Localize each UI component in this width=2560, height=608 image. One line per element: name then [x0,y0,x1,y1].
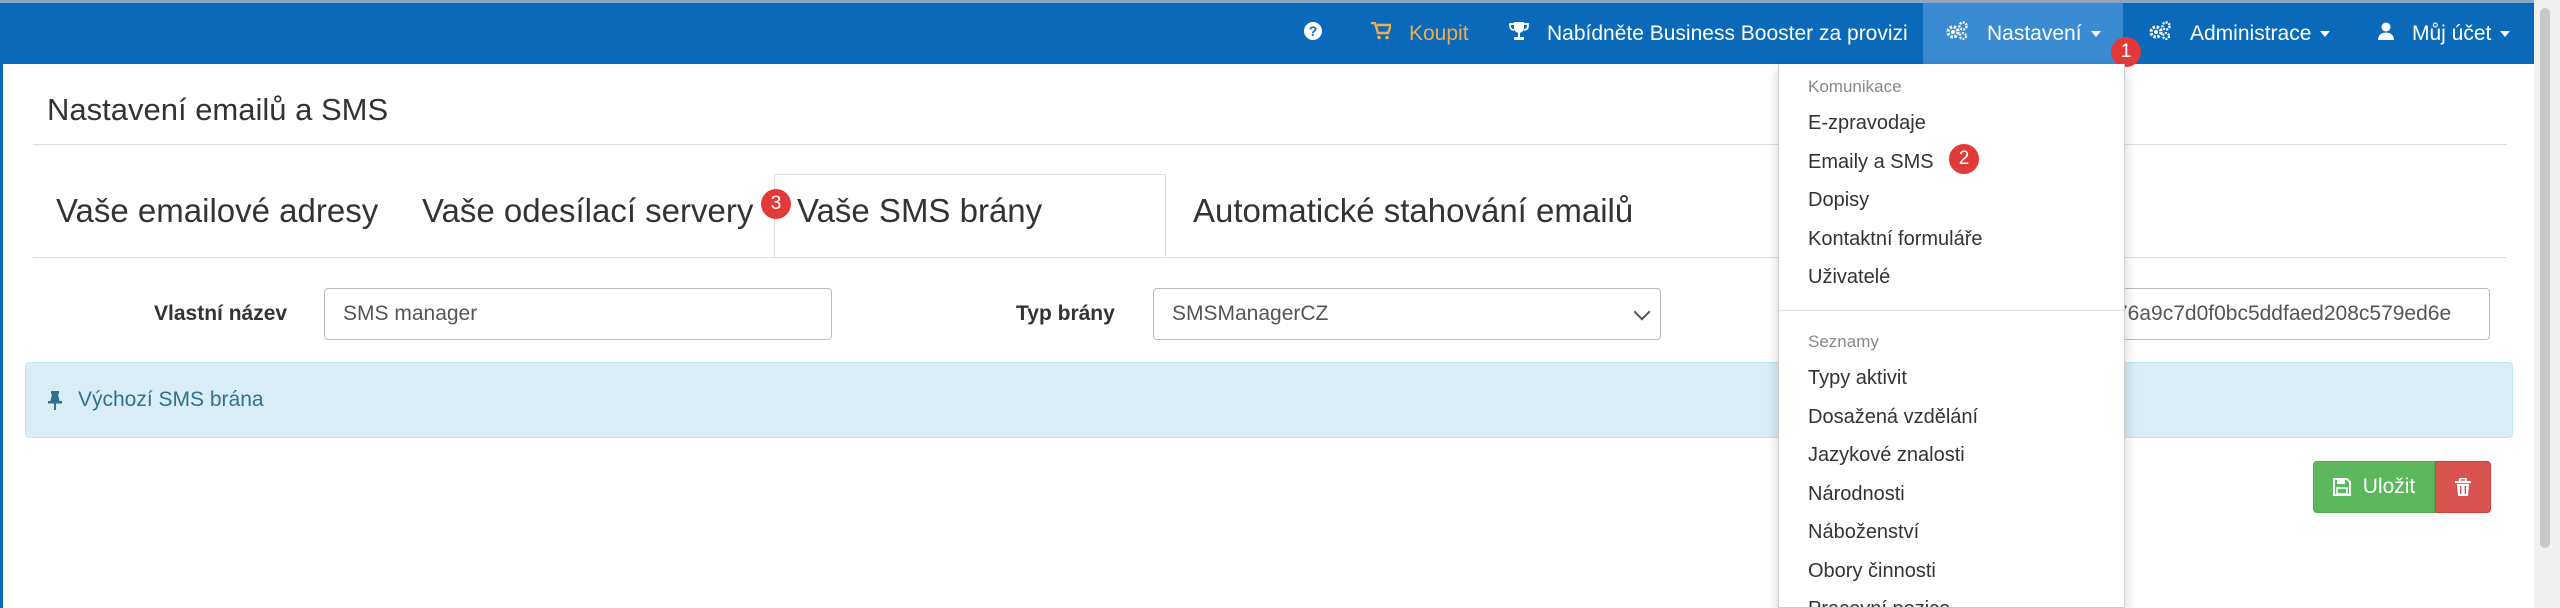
trophy-icon [1509,21,1529,47]
business-booster-label: Nabídněte Business Booster za provizi [1547,21,1908,45]
question-circle-icon: ? [1303,21,1323,47]
page-title: Nastavení emailů a SMS [47,92,389,127]
chevron-down-icon [2090,30,2101,37]
cogs-icon [1945,20,1969,47]
menu-item-education-levels[interactable]: Dosažená vzdělání [1808,406,1978,429]
buy-label: Koupit [1409,21,1469,45]
menu-item-users[interactable]: Uživatelé [1808,266,1890,289]
save-label: Uložit [2362,475,2416,498]
menu-item-fields-of-activity[interactable]: Obory činnosti [1808,560,1936,583]
svg-text:?: ? [1309,23,1318,39]
tab-automatic-email-download[interactable]: Automatické stahování emailů [1193,192,1633,230]
business-booster-link[interactable]: Nabídněte Business Booster za provizi [1509,3,1908,64]
tabs-divider [33,257,2507,258]
dropdown-divider [1779,310,2124,311]
floppy-disk-icon [2332,478,2351,496]
menu-item-religions[interactable]: Náboženství [1808,521,1919,544]
menu-item-emails-and-sms[interactable]: Emaily a SMS [1808,151,1934,174]
save-button[interactable]: Uložit [2313,461,2435,513]
buy-link[interactable]: Koupit [1371,3,1469,64]
window-left-edge [0,0,3,608]
dropdown-header-communication: Komunikace [1808,77,1902,96]
menu-item-letters[interactable]: Dopisy [1808,189,1869,212]
cogs-icon [2148,20,2172,47]
default-gateway-alert: Výchozí SMS brána [25,362,2513,438]
trash-icon [2455,477,2471,497]
menu-item-language-skills[interactable]: Jazykové znalosti [1808,444,1965,467]
custom-name-label: Vlastní název [154,302,288,325]
settings-dropdown-menu: Komunikace E-zpravodaje Emaily a SMS Dop… [1778,64,2125,608]
tab-sms-gateways[interactable]: Vaše SMS brány [797,192,1042,230]
pin-icon [48,390,62,410]
user-icon [2378,22,2394,46]
administration-label: Administrace [2190,21,2312,45]
administration-menu-toggle[interactable]: Administrace [2148,3,2331,64]
step-badge-1: 1 [2111,37,2141,67]
menu-item-job-positions[interactable]: Pracovní pozice [1808,598,1950,607]
shopping-cart-icon [1371,21,1393,46]
menu-item-contact-forms[interactable]: Kontaktní formuláře [1808,228,1983,251]
dropdown-header-lists: Seznamy [1808,332,1879,351]
help-button[interactable]: ? [1303,3,1323,64]
chevron-down-icon [2320,30,2331,37]
chevron-down-icon [2500,30,2511,37]
custom-name-input[interactable] [324,288,832,340]
delete-button[interactable] [2435,461,2491,513]
my-account-menu-toggle[interactable]: Můj účet [2378,3,2511,64]
menu-item-nationalities[interactable]: Národnosti [1808,483,1905,506]
settings-menu-toggle[interactable]: Nastavení [1923,3,2123,64]
my-account-label: Můj účet [2412,21,2492,45]
menu-item-newsletters[interactable]: E-zpravodaje [1808,112,1926,135]
step-badge-3: 3 [761,189,791,219]
tab-email-addresses[interactable]: Vaše emailové adresy [56,192,378,230]
gateway-type-value: SMSManagerCZ [1172,302,1329,325]
settings-label: Nastavení [1987,21,2082,45]
tab-sending-servers[interactable]: Vaše odesílací servery [422,192,753,230]
title-divider [33,144,2507,145]
gateway-type-select[interactable]: SMSManagerCZ [1153,288,1661,340]
gateway-type-label: Typ brány [1016,302,1115,325]
step-badge-2: 2 [1949,144,1979,174]
menu-item-activity-types[interactable]: Typy aktivit [1808,367,1907,390]
default-gateway-text: Výchozí SMS brána [78,388,264,411]
window-scrollbar-thumb[interactable] [2540,8,2550,548]
